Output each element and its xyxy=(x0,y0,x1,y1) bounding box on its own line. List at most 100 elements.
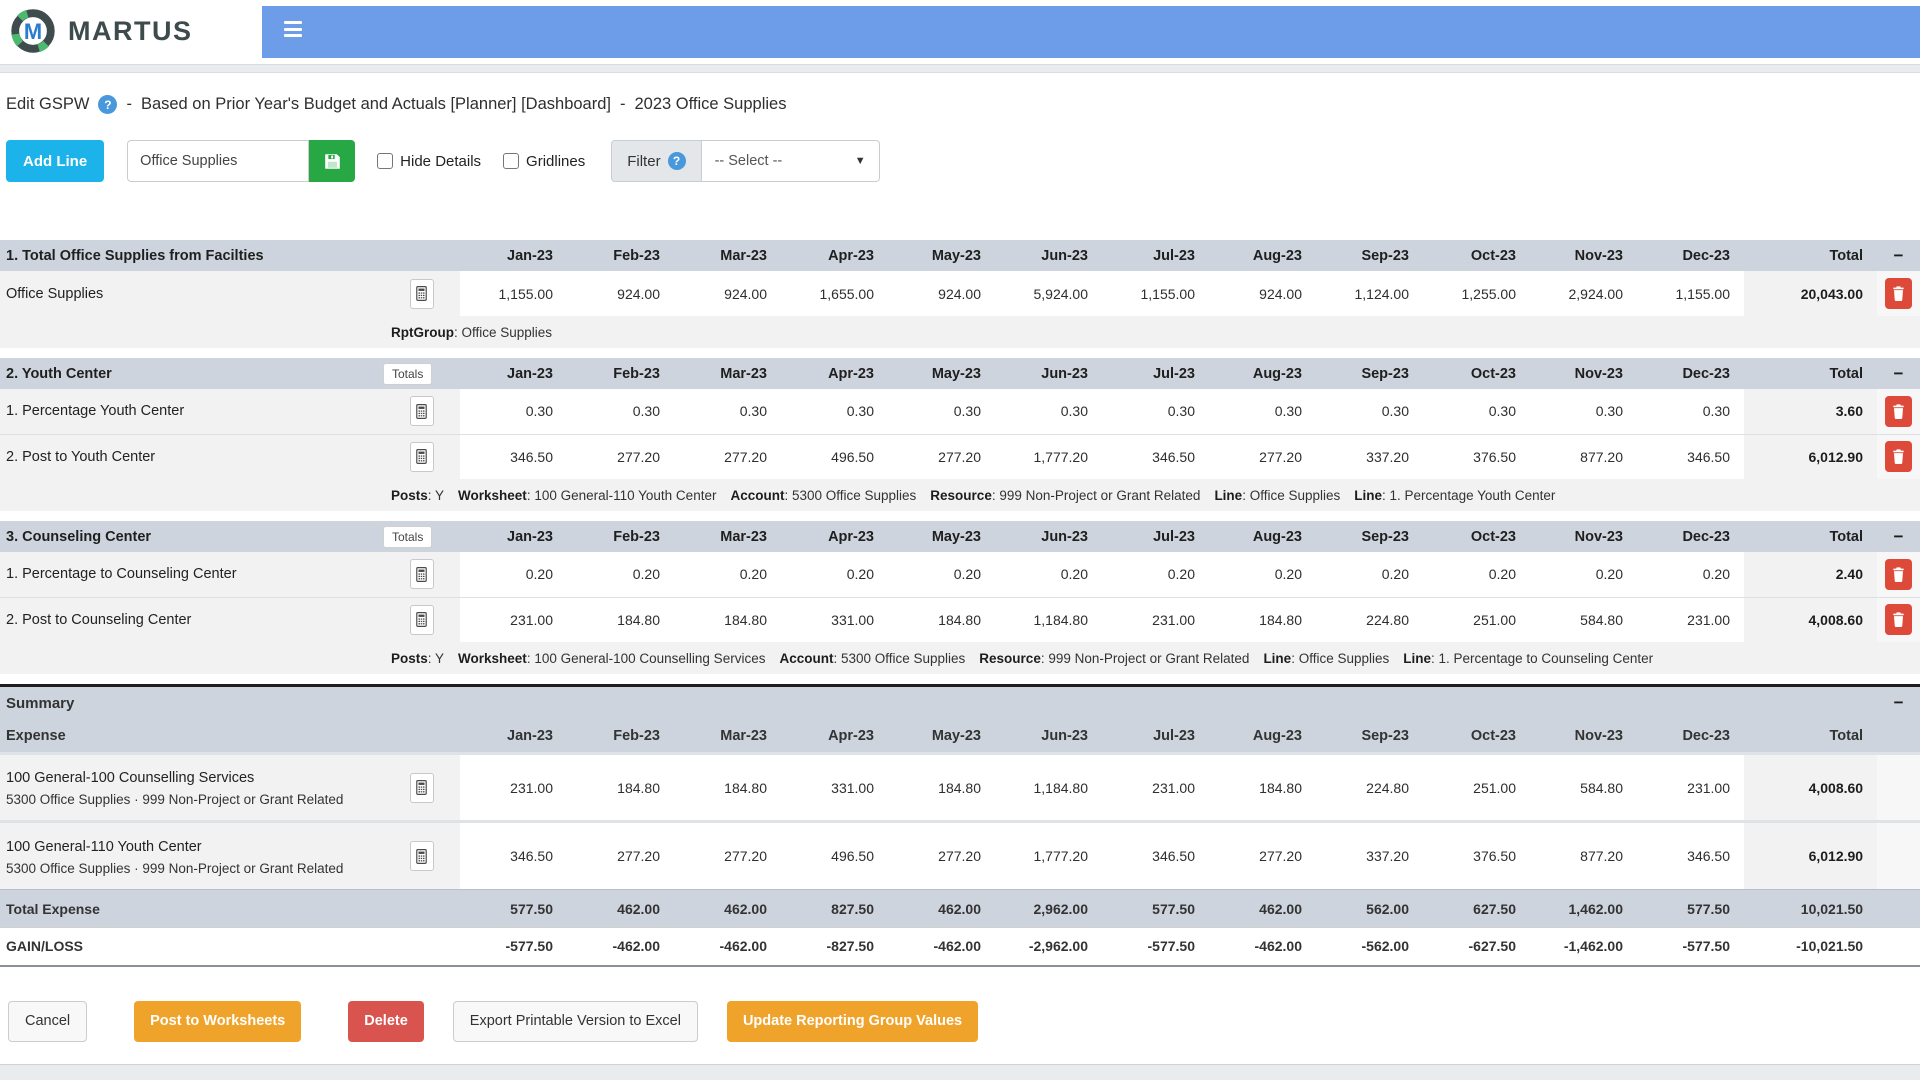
value-cell[interactable]: 0.30 xyxy=(1637,389,1744,434)
value-cell[interactable]: 0.20 xyxy=(1530,552,1637,597)
value-cell[interactable]: 0.30 xyxy=(1423,389,1530,434)
value-cell[interactable]: 0.20 xyxy=(1637,552,1744,597)
value-cell[interactable]: 5,924.00 xyxy=(995,271,1102,316)
totals-badge-button[interactable]: Totals xyxy=(383,362,433,385)
value-cell[interactable]: 1,777.20 xyxy=(995,433,1102,479)
value-cell[interactable]: 231.00 xyxy=(1102,596,1209,642)
delete-line-button[interactable] xyxy=(1885,604,1912,636)
value-cell[interactable]: 924.00 xyxy=(888,271,995,316)
value-cell[interactable]: 924.00 xyxy=(1209,271,1316,316)
calculator-button[interactable] xyxy=(409,396,434,427)
value-cell[interactable]: 0.20 xyxy=(888,552,995,597)
value-cell[interactable]: 346.50 xyxy=(1102,433,1209,479)
calculator-button[interactable] xyxy=(409,278,434,309)
value-cell[interactable]: 0.30 xyxy=(460,389,567,434)
calculator-button[interactable] xyxy=(409,441,434,472)
value-cell[interactable]: 0.20 xyxy=(1316,552,1423,597)
value-cell[interactable]: 877.20 xyxy=(1530,433,1637,479)
question-circle-icon[interactable]: ? xyxy=(98,95,118,114)
value-cell[interactable]: 346.50 xyxy=(1637,433,1744,479)
value-cell[interactable]: 496.50 xyxy=(781,433,888,479)
totals-badge-button[interactable]: Totals xyxy=(383,525,433,548)
calculator-button[interactable] xyxy=(409,841,434,871)
value-cell[interactable]: 0.30 xyxy=(1530,389,1637,434)
value-cell[interactable]: 277.20 xyxy=(567,433,674,479)
minus-icon[interactable]: − xyxy=(1894,527,1904,546)
month-header-Sep-23: Sep-23 xyxy=(1316,521,1423,552)
value-cell[interactable]: 376.50 xyxy=(1423,433,1530,479)
value-cell[interactable]: 0.30 xyxy=(567,389,674,434)
value-cell[interactable]: 584.80 xyxy=(1530,596,1637,642)
value-cell[interactable]: 0.20 xyxy=(460,552,567,597)
value-cell[interactable]: 0.20 xyxy=(781,552,888,597)
value-cell[interactable]: 251.00 xyxy=(1423,596,1530,642)
delete-line-button[interactable] xyxy=(1885,278,1912,309)
value-cell[interactable]: 277.20 xyxy=(1209,433,1316,479)
budget-tables: 1. Total Office Supplies from Facilties J… xyxy=(0,240,1920,967)
filter-select[interactable]: -- Select -- ▼ xyxy=(701,140,880,182)
value-cell[interactable]: 0.30 xyxy=(1316,389,1423,434)
value-cell[interactable]: 331.00 xyxy=(781,596,888,642)
value-cell[interactable]: 1,155.00 xyxy=(1637,271,1744,316)
value-cell[interactable]: 924.00 xyxy=(567,271,674,316)
value-cell[interactable]: 346.50 xyxy=(460,433,567,479)
value-cell[interactable]: 224.80 xyxy=(1316,596,1423,642)
value-cell[interactable]: 0.20 xyxy=(1102,552,1209,597)
hamburger-icon[interactable] xyxy=(284,21,302,37)
value-cell[interactable]: 0.20 xyxy=(674,552,781,597)
calculator-button[interactable] xyxy=(409,604,434,635)
value-cell[interactable]: 0.30 xyxy=(888,389,995,434)
value-cell[interactable]: 184.80 xyxy=(567,596,674,642)
value-cell[interactable]: 0.20 xyxy=(1209,552,1316,597)
delete-button[interactable]: Delete xyxy=(348,1000,424,1042)
value-cell[interactable]: 184.80 xyxy=(1209,596,1316,642)
delete-line-button[interactable] xyxy=(1885,395,1912,427)
delete-line-button[interactable] xyxy=(1885,558,1912,590)
value-cell[interactable]: 0.20 xyxy=(567,552,674,597)
value-cell[interactable]: 1,655.00 xyxy=(781,271,888,316)
value-cell[interactable]: 0.20 xyxy=(995,552,1102,597)
minus-icon[interactable]: − xyxy=(1894,364,1904,383)
value-cell[interactable]: 184.80 xyxy=(888,596,995,642)
section-header-row: 1. Total Office Supplies from Facilties J… xyxy=(0,240,1920,271)
gridlines-checkbox[interactable] xyxy=(503,153,520,169)
calculator-button[interactable] xyxy=(409,772,434,803)
value-cell[interactable]: 1,124.00 xyxy=(1316,271,1423,316)
post-to-worksheets-button[interactable]: Post to Worksheets xyxy=(134,1000,302,1042)
value-cell[interactable]: 277.20 xyxy=(888,433,995,479)
value-cell[interactable]: 337.20 xyxy=(1316,433,1423,479)
value-cell[interactable]: 0.30 xyxy=(1209,389,1316,434)
save-button[interactable] xyxy=(309,140,356,182)
delete-line-button[interactable] xyxy=(1885,441,1912,473)
calculator-button[interactable] xyxy=(409,559,434,590)
value-cell[interactable]: 1,184.80 xyxy=(995,596,1102,642)
filter-help-icon[interactable]: ? xyxy=(667,152,686,170)
add-line-button[interactable]: Add Line xyxy=(6,140,105,182)
month-header-Jun-23: Jun-23 xyxy=(995,521,1102,552)
minus-icon[interactable]: − xyxy=(1894,693,1904,712)
value-cell: -462.00 xyxy=(567,927,674,967)
value-cell[interactable]: 0.30 xyxy=(1102,389,1209,434)
cancel-button[interactable]: Cancel xyxy=(8,1000,88,1042)
hide-details-checkbox[interactable] xyxy=(377,153,394,169)
value-cell[interactable]: 0.20 xyxy=(1423,552,1530,597)
value-cell[interactable]: 231.00 xyxy=(1637,596,1744,642)
update-reporting-group-values-button[interactable]: Update Reporting Group Values xyxy=(726,1000,979,1042)
meta-pair: Posts: Y xyxy=(391,487,445,503)
value-cell[interactable]: 1,155.00 xyxy=(460,271,567,316)
value-cell[interactable]: 277.20 xyxy=(674,433,781,479)
budget-name-input[interactable] xyxy=(127,140,310,182)
value-cell[interactable]: 231.00 xyxy=(460,596,567,642)
export-excel-button[interactable]: Export Printable Version to Excel xyxy=(452,1000,698,1042)
row-icon-cell xyxy=(383,271,460,316)
value-cell[interactable]: 2,924.00 xyxy=(1530,271,1637,316)
value-cell[interactable]: 1,155.00 xyxy=(1102,271,1209,316)
value-cell[interactable]: 0.30 xyxy=(674,389,781,434)
value-cell[interactable]: 0.30 xyxy=(781,389,888,434)
value-cell[interactable]: 184.80 xyxy=(674,596,781,642)
minus-icon[interactable]: − xyxy=(1894,246,1904,265)
value-cell[interactable]: 924.00 xyxy=(674,271,781,316)
value-cell[interactable]: 1,255.00 xyxy=(1423,271,1530,316)
month-header-Nov-23: Nov-23 xyxy=(1530,358,1637,389)
value-cell[interactable]: 0.30 xyxy=(995,389,1102,434)
